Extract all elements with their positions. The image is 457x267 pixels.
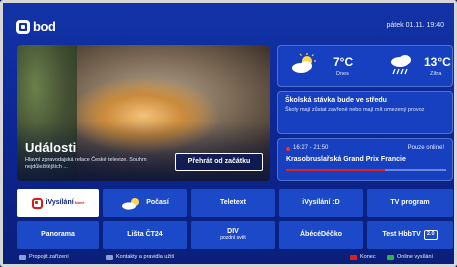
live-program-card[interactable]: 16:27 - 21:50 Pouze online! Krasobruslař…	[277, 138, 453, 181]
live-time-range: 16:27 - 21:50	[293, 145, 329, 151]
today-label: Dnes	[336, 71, 349, 77]
key-icon	[19, 254, 26, 260]
green-key-icon	[387, 254, 394, 260]
tile-div[interactable]: DIV pozdní svět	[191, 221, 275, 249]
key-icon	[106, 254, 113, 260]
news-card[interactable]: Školská stávka bude ve středu Školy mají…	[277, 91, 453, 134]
live-progress-bar	[286, 169, 446, 171]
weather-tile-icon	[122, 197, 140, 210]
brand-text: bod	[33, 19, 56, 34]
new-badge: Nové	[74, 200, 85, 206]
rain-cloud-icon	[391, 55, 411, 75]
hero-panel[interactable]: Události Hlavní zpravodajská relace Česk…	[17, 45, 270, 181]
tile-panorama[interactable]: Panorama	[17, 221, 99, 249]
hero-description: Hlavní zpravodajská relace České televiz…	[25, 157, 147, 170]
tile-pocasi[interactable]: Počasí	[103, 189, 187, 217]
ct-logo-icon	[16, 19, 30, 34]
tile-ivysilani-d[interactable]: iVysílání :D	[279, 189, 363, 217]
live-progress-fill	[286, 169, 386, 171]
tile-teletext[interactable]: Teletext	[191, 189, 275, 217]
tomorrow-label: Zítra	[430, 71, 442, 77]
live-indicator-icon	[286, 147, 290, 151]
tile-lista-ct24[interactable]: Lišta ČT24	[103, 221, 187, 249]
ct-logo: bod	[16, 19, 56, 34]
play-from-start-button[interactable]: Přehrát od začátku	[175, 153, 263, 171]
tile-test-hbbtv[interactable]: Test HbbTV 2.0	[367, 221, 453, 249]
live-status: Pouze online!	[407, 145, 444, 151]
ivysilani-logo-icon	[31, 197, 43, 209]
date-time: pátek 01.11. 19:40	[386, 22, 444, 29]
tomorrow-temperature: 13°C	[424, 55, 451, 69]
remote-key-legend: Propojit zařízení Kontakty a pravidla už…	[3, 253, 454, 264]
weather-widget[interactable]: 7°C Dnes 13°C Zítra	[277, 45, 453, 87]
news-summary: Školy mají zůstat zavřené nebo mají mít …	[285, 107, 425, 113]
legend-exit[interactable]: Konec	[350, 254, 376, 260]
hbbtv-version-badge: 2.0	[423, 230, 438, 240]
today-temperature: 7°C	[333, 55, 354, 69]
legend-contacts[interactable]: Kontakty a pravidla užití	[106, 254, 174, 260]
news-headline: Školská stávka bude ve středu	[285, 97, 387, 104]
hbbtv-screen: bod pátek 01.11. 19:40 Události Hlavní z…	[0, 0, 457, 267]
hero-title: Události	[25, 140, 77, 155]
legend-pair[interactable]: Propojit zařízení	[19, 254, 69, 260]
tile-tv-program[interactable]: TV program	[367, 189, 453, 217]
tile-abecedecko[interactable]: ÁbécéDéčko	[279, 221, 363, 249]
tile-ivysilani[interactable]: iVysílání Nové	[17, 189, 99, 217]
legend-online[interactable]: Online vysílání	[387, 254, 433, 260]
live-program-title: Krasobruslařská Grand Prix Francie	[286, 156, 406, 163]
partly-cloudy-icon	[292, 53, 316, 73]
red-key-icon	[350, 254, 357, 260]
